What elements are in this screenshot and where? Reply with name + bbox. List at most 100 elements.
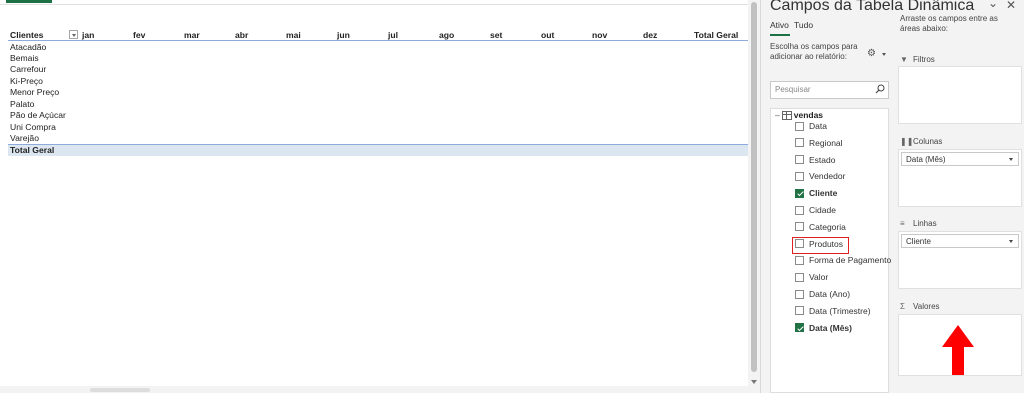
value-cell[interactable] — [641, 133, 692, 145]
value-cell[interactable] — [590, 87, 641, 99]
columns-field-chip[interactable]: Data (Mês) — [901, 152, 1019, 166]
value-cell[interactable] — [692, 121, 748, 133]
month-header[interactable]: out — [539, 29, 590, 41]
month-header[interactable]: mar — [182, 29, 233, 41]
value-cell[interactable] — [131, 64, 182, 76]
search-icon[interactable] — [875, 84, 885, 94]
value-cell[interactable] — [641, 87, 692, 99]
month-header[interactable]: ago — [437, 29, 488, 41]
value-cell[interactable] — [488, 121, 539, 133]
rows-drop-area[interactable]: Cliente — [898, 231, 1022, 289]
total-cell[interactable] — [80, 143, 131, 156]
value-cell[interactable] — [386, 87, 437, 99]
field-item[interactable]: Cliente — [795, 188, 837, 198]
row-label[interactable]: Pão de Açúcar — [8, 110, 80, 122]
value-cell[interactable] — [233, 64, 284, 76]
table-row[interactable]: Atacadão — [8, 41, 748, 53]
table-row[interactable]: Bemais — [8, 52, 748, 64]
value-cell[interactable] — [692, 98, 748, 110]
value-cell[interactable] — [182, 75, 233, 87]
value-cell[interactable] — [335, 121, 386, 133]
row-label[interactable]: Ki-Preço — [8, 75, 80, 87]
month-header[interactable]: jun — [335, 29, 386, 41]
field-item[interactable]: Cidade — [795, 205, 836, 215]
value-cell[interactable] — [539, 52, 590, 64]
field-checkbox[interactable] — [795, 323, 804, 333]
value-cell[interactable] — [335, 98, 386, 110]
table-row[interactable]: Carrefour — [8, 64, 748, 76]
value-cell[interactable] — [641, 75, 692, 87]
chevron-down-icon[interactable] — [882, 53, 886, 56]
scrollbar-thumb[interactable] — [751, 2, 757, 372]
field-item[interactable]: Categoria — [795, 222, 846, 232]
close-icon[interactable]: ✕ — [1006, 0, 1016, 12]
value-cell[interactable] — [233, 121, 284, 133]
row-label[interactable]: Uni Compra — [8, 121, 80, 133]
value-cell[interactable] — [284, 110, 335, 122]
value-cell[interactable] — [488, 52, 539, 64]
value-cell[interactable] — [641, 121, 692, 133]
total-cell[interactable] — [488, 143, 539, 156]
month-header[interactable]: fev — [131, 29, 182, 41]
value-cell[interactable] — [131, 52, 182, 64]
value-cell[interactable] — [80, 133, 131, 145]
month-header[interactable]: abr — [233, 29, 284, 41]
value-cell[interactable] — [386, 133, 437, 145]
field-checkbox[interactable] — [795, 171, 804, 181]
value-cell[interactable] — [131, 87, 182, 99]
value-cell[interactable] — [692, 52, 748, 64]
field-checkbox[interactable] — [795, 205, 804, 215]
total-cell[interactable] — [182, 143, 233, 156]
value-cell[interactable] — [539, 133, 590, 145]
columns-drop-area[interactable]: Data (Mês) — [898, 149, 1022, 207]
field-item[interactable]: Valor — [795, 272, 828, 282]
row-label[interactable]: Carrefour — [8, 64, 80, 76]
value-cell[interactable] — [233, 41, 284, 53]
value-cell[interactable] — [182, 52, 233, 64]
field-checkbox[interactable] — [795, 306, 804, 316]
month-header[interactable]: jul — [386, 29, 437, 41]
value-cell[interactable] — [590, 52, 641, 64]
field-checkbox[interactable] — [795, 121, 804, 131]
field-item[interactable]: Data (Ano) — [795, 289, 850, 299]
value-cell[interactable] — [539, 121, 590, 133]
value-cell[interactable] — [692, 64, 748, 76]
value-cell[interactable] — [182, 133, 233, 145]
total-cell[interactable] — [386, 143, 437, 156]
value-cell[interactable] — [131, 41, 182, 53]
value-cell[interactable] — [539, 41, 590, 53]
value-cell[interactable] — [233, 87, 284, 99]
value-cell[interactable] — [539, 110, 590, 122]
value-cell[interactable] — [539, 75, 590, 87]
value-cell[interactable] — [437, 41, 488, 53]
value-cell[interactable] — [335, 87, 386, 99]
value-cell[interactable] — [437, 133, 488, 145]
table-row[interactable]: Palato — [8, 98, 748, 110]
value-cell[interactable] — [182, 87, 233, 99]
value-cell[interactable] — [284, 98, 335, 110]
value-cell[interactable] — [386, 41, 437, 53]
value-cell[interactable] — [590, 75, 641, 87]
value-cell[interactable] — [182, 41, 233, 53]
value-cell[interactable] — [539, 87, 590, 99]
value-cell[interactable] — [590, 41, 641, 53]
search-input[interactable]: Pesquisar — [770, 81, 889, 99]
value-cell[interactable] — [233, 52, 284, 64]
value-cell[interactable] — [182, 110, 233, 122]
value-cell[interactable] — [284, 52, 335, 64]
row-label[interactable]: Varejão — [8, 133, 80, 145]
total-cell[interactable] — [335, 143, 386, 156]
total-column-header[interactable]: Total Geral — [692, 29, 748, 41]
tab-active[interactable]: Ativo — [770, 20, 789, 30]
field-checkbox[interactable] — [795, 138, 804, 148]
value-cell[interactable] — [284, 64, 335, 76]
rows-field-chip[interactable]: Cliente — [901, 234, 1019, 248]
month-header[interactable]: set — [488, 29, 539, 41]
value-cell[interactable] — [182, 121, 233, 133]
field-item[interactable]: Data — [795, 121, 827, 131]
value-cell[interactable] — [488, 64, 539, 76]
value-cell[interactable] — [692, 41, 748, 53]
field-item[interactable]: Vendedor — [795, 171, 845, 181]
value-cell[interactable] — [488, 133, 539, 145]
value-cell[interactable] — [437, 75, 488, 87]
